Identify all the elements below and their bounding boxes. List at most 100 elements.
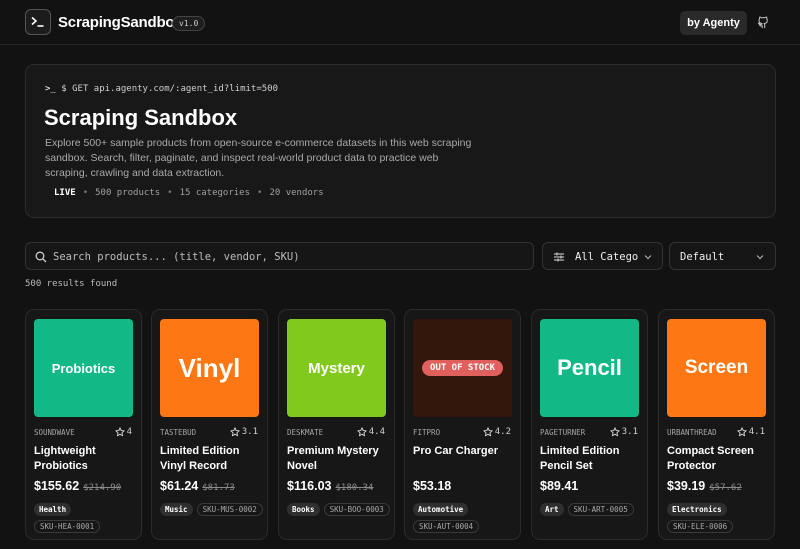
product-image-label: Vinyl [178, 352, 241, 383]
product-name[interactable]: Limited Edition Pencil Set [540, 444, 640, 473]
product-image[interactable]: Screen [667, 319, 766, 417]
star-icon [737, 427, 747, 437]
tag-row: Books SKU-BOO-0003 [287, 503, 393, 516]
product-card[interactable]: Probiotics SOUNDWAVE 4 Lightweight Probi… [25, 309, 142, 540]
category-tag[interactable]: Art [540, 503, 564, 516]
category-tag[interactable]: Books [287, 503, 320, 516]
vendor-name: SOUNDWAVE [34, 428, 75, 437]
hero-panel: >_ $ GET api.agenty.com/:agent_id?limit=… [25, 64, 776, 218]
rating-value: 3.1 [241, 427, 258, 437]
rating-value: 4 [126, 427, 132, 437]
vendor-name: TASTEBUD [160, 428, 197, 437]
star-icon [610, 427, 620, 437]
rating: 3.1 [230, 427, 258, 437]
separator-dot: • [257, 188, 263, 198]
star-icon [230, 427, 240, 437]
sort-select[interactable]: Default [669, 242, 776, 270]
sku-tag: SKU-MUS-0002 [196, 503, 263, 516]
tag-row: Health SKU-HEA-0001 [34, 503, 140, 533]
vendor-name: FITPRO [413, 428, 441, 437]
product-name[interactable]: Premium Mystery Novel [287, 444, 387, 473]
category-tag[interactable]: Electronics [667, 503, 727, 516]
category-tag[interactable]: Health [34, 503, 72, 516]
product-image[interactable]: Probiotics [34, 319, 133, 417]
sku-tag: SKU-HEA-0001 [34, 520, 101, 533]
price: $53.18 [413, 479, 452, 493]
vendor-name: URBANTHREAD [667, 428, 717, 437]
product-name[interactable]: Limited Edition Vinyl Record [160, 444, 260, 473]
original-price: $214.90 [83, 483, 122, 493]
price: $116.03 [287, 479, 332, 493]
price: $89.41 [540, 479, 579, 493]
product-image[interactable]: Pencil [540, 319, 639, 417]
product-image[interactable]: OUT OF STOCK [413, 319, 512, 417]
categories-count: 15 categories [179, 188, 251, 198]
star-icon [357, 427, 367, 437]
top-navigation-bar: ScrapingSandbox v1.0 by Agenty [0, 0, 800, 45]
rating-value: 4.1 [748, 427, 765, 437]
original-price: $81.73 [202, 483, 235, 493]
sort-value: Default [680, 251, 725, 263]
price-row: $61.24 $81.73 [160, 479, 235, 493]
price-row: $53.18 [413, 479, 451, 493]
rating: 4.2 [483, 427, 511, 437]
product-card[interactable]: Pencil PAGETURNER 3.1 Limited Edition Pe… [531, 309, 648, 540]
rating: 4.1 [737, 427, 765, 437]
price-row: $39.19 $57.62 [667, 479, 742, 493]
hero-description: Explore 500+ sample products from open-s… [45, 137, 472, 179]
product-card[interactable]: Vinyl TASTEBUD 3.1 Limited Edition Vinyl… [151, 309, 268, 540]
sku-tag: SKU-BOO-0003 [323, 503, 390, 516]
out-of-stock-badge: OUT OF STOCK [421, 360, 504, 376]
stats-row: LIVE • 500 products • 15 categories • 20… [54, 188, 324, 198]
product-name[interactable]: Lightweight Probiotics [34, 444, 134, 473]
category-tag[interactable]: Automotive [413, 503, 469, 516]
price-row: $155.62 $214.90 [34, 479, 121, 493]
chevron-down-icon [644, 255, 652, 260]
product-card[interactable]: Screen URBANTHREAD 4.1 Compact Screen Pr… [658, 309, 775, 540]
by-agenty-button[interactable]: by Agenty [680, 11, 747, 35]
star-icon [114, 427, 125, 437]
product-name[interactable]: Compact Screen Protector [667, 444, 767, 473]
page-title: Scraping Sandbox [44, 105, 238, 130]
original-price: $57.62 [709, 483, 742, 493]
brand-name[interactable]: ScrapingSandbox [58, 14, 183, 31]
rating-value: 3.1 [621, 427, 638, 437]
vendor-name: DESKMATE [287, 428, 324, 437]
product-image-label: Pencil [557, 355, 622, 380]
sku-tag: SKU-AUT-0004 [413, 520, 480, 533]
rating: 3.1 [610, 427, 638, 437]
rating-value: 4.2 [494, 427, 511, 437]
search-icon [35, 251, 47, 263]
api-endpoint-text: $ GET api.agenty.com/:agent_id?limit=500 [61, 84, 279, 94]
sku-tag: SKU-ART-0005 [567, 503, 634, 516]
category-select[interactable]: All Categories [542, 242, 663, 270]
tag-row: Art SKU-ART-0005 [540, 503, 646, 516]
product-name[interactable]: Pro Car Charger [413, 444, 513, 459]
product-image-label: Probiotics [51, 360, 116, 376]
price: $61.24 [160, 479, 199, 493]
vendor-name: PAGETURNER [540, 428, 586, 437]
original-price: $180.34 [335, 483, 374, 493]
sku-tag: SKU-ELE-0006 [667, 520, 734, 533]
out-of-stock-overlay: OUT OF STOCK [413, 319, 512, 417]
search-input[interactable]: Search products... (title, vendor, SKU) [25, 242, 534, 270]
github-icon[interactable] [757, 15, 771, 29]
tag-row: Electronics SKU-ELE-0006 [667, 503, 773, 533]
star-icon [483, 427, 493, 437]
search-placeholder: Search products... (title, vendor, SKU) [53, 251, 300, 263]
rating-value: 4.4 [368, 427, 385, 437]
category-tag[interactable]: Music [160, 503, 193, 516]
price-row: $116.03 $180.34 [287, 479, 373, 493]
product-card[interactable]: Mystery DESKMATE 4.4 Premium Mystery Nov… [278, 309, 395, 540]
separator-dot: • [167, 188, 173, 198]
price: $155.62 [34, 479, 80, 493]
terminal-logo-icon[interactable] [25, 9, 51, 35]
product-image-label: Screen [684, 357, 749, 378]
vendors-count: 20 vendors [269, 188, 324, 198]
products-count: 500 products [95, 188, 161, 198]
product-card[interactable]: OUT OF STOCK FITPRO 4.2 Pro Car Charger … [404, 309, 521, 540]
product-image-label: Mystery [308, 359, 365, 377]
product-image[interactable]: Mystery [287, 319, 386, 417]
version-badge: v1.0 [172, 16, 206, 31]
product-image[interactable]: Vinyl [160, 319, 259, 417]
